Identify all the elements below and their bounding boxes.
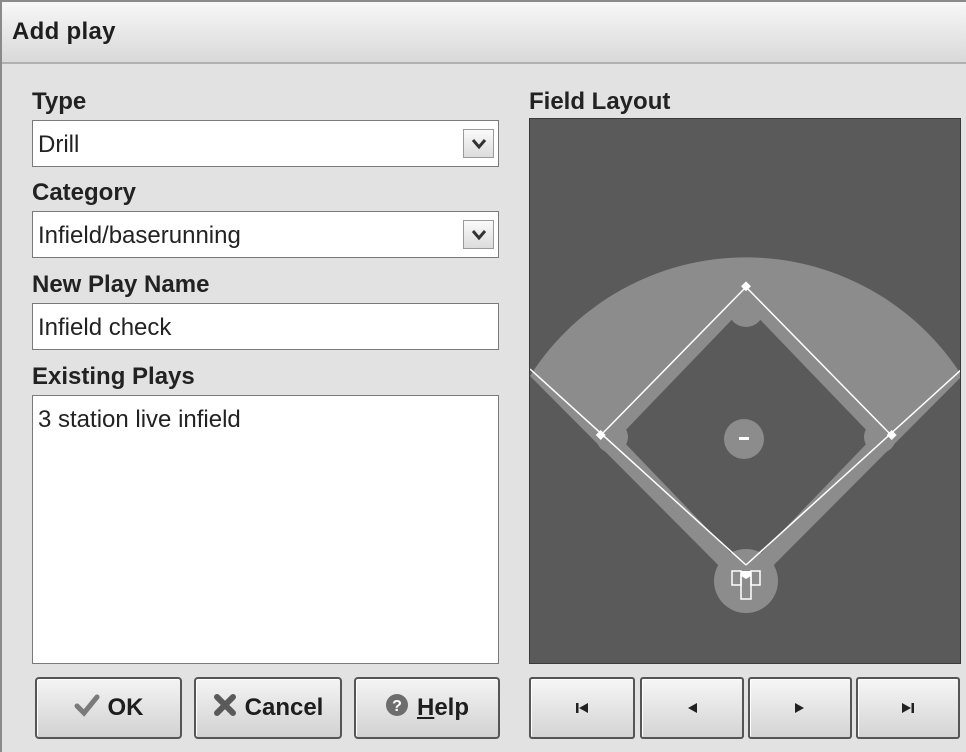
last-icon (902, 703, 914, 713)
last-button[interactable] (856, 677, 960, 739)
field-layout-label: Field Layout (529, 88, 671, 115)
checkmark-icon (74, 693, 100, 724)
cancel-button[interactable]: Cancel (194, 677, 342, 739)
cancel-label: Cancel (244, 694, 324, 721)
help-button[interactable]: ? Help (354, 677, 500, 739)
list-item[interactable]: 3 station live infield (38, 406, 241, 434)
pitchers-rubber (739, 437, 749, 440)
type-label: Type (32, 88, 87, 115)
second-base-cutout (728, 291, 764, 327)
first-icon (576, 703, 588, 713)
previous-icon (688, 703, 697, 713)
category-label: Category (32, 179, 137, 206)
help-icon: ? (385, 693, 409, 724)
cross-icon (213, 693, 237, 724)
first-button[interactable] (529, 677, 635, 739)
window-title: Add play (12, 18, 116, 45)
new-play-name-value: Infield check (38, 314, 172, 341)
new-play-name-input[interactable]: Infield check (32, 303, 499, 350)
ok-button[interactable]: OK (35, 677, 182, 739)
add-play-dialog: Add play Type Drill Category Infield/bas… (0, 0, 966, 752)
existing-plays-list[interactable]: 3 station live infield (32, 395, 499, 664)
home-plate-area (714, 549, 778, 613)
svg-text:?: ? (392, 698, 402, 715)
field-layout-canvas[interactable] (529, 118, 961, 664)
category-value: Infield/baserunning (38, 222, 241, 249)
title-bar: Add play (2, 2, 966, 64)
baseball-field-diagram (530, 257, 960, 663)
new-play-name-label: New Play Name (32, 271, 210, 298)
previous-button[interactable] (640, 677, 744, 739)
category-dropdown[interactable]: Infield/baserunning (32, 211, 499, 258)
chevron-down-icon (471, 230, 487, 241)
next-button[interactable] (748, 677, 852, 739)
existing-plays-label: Existing Plays (32, 363, 195, 390)
help-label-rest: elp (434, 694, 470, 721)
type-dropdown-button[interactable] (463, 129, 494, 158)
next-icon (795, 703, 804, 713)
help-mnemonic: H (416, 694, 435, 721)
type-value: Drill (38, 131, 80, 158)
category-dropdown-button[interactable] (463, 220, 494, 249)
type-dropdown[interactable]: Drill (32, 120, 499, 167)
chevron-down-icon (471, 139, 487, 150)
ok-label: OK (107, 694, 144, 721)
help-label: Help (417, 694, 469, 722)
